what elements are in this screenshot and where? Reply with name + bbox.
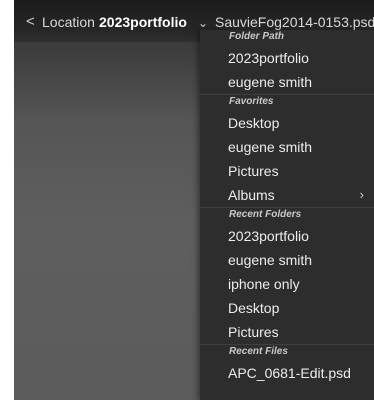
section-header-favorites: Favorites (200, 94, 374, 111)
section-header-recent-folders: Recent Folders (200, 207, 374, 224)
current-filename: SauvieFog2014-0153.psd (215, 14, 374, 30)
menu-item-favorite[interactable]: Pictures (200, 159, 374, 183)
menu-item-folder-path[interactable]: eugene smith (200, 70, 374, 94)
chevron-left-icon[interactable]: < (26, 13, 35, 31)
location-dropdown-menu: Folder Path 2023portfolio eugene smith F… (200, 30, 374, 400)
menu-item-recent-folder[interactable]: 2023portfolio (200, 224, 374, 248)
menu-item-recent-folder[interactable]: eugene smith (200, 248, 374, 272)
menu-item-albums[interactable]: Albums › (200, 183, 374, 207)
chevron-right-icon: › (359, 187, 364, 202)
menu-item-recent-folder[interactable]: Pictures (200, 320, 374, 344)
menu-item-recent-folder[interactable]: iphone only (200, 272, 374, 296)
current-folder-name[interactable]: 2023portfolio (99, 13, 187, 31)
menu-item-label: Albums (228, 187, 275, 203)
menu-item-recent-folder[interactable]: Desktop (200, 296, 374, 320)
menu-item-recent-file[interactable]: APC_0681-Edit.psd (200, 361, 374, 385)
section-header-folder-path: Folder Path (229, 31, 285, 42)
menu-item-favorite[interactable]: Desktop (200, 111, 374, 135)
location-label: Location (42, 14, 95, 30)
menu-item-folder-path[interactable]: 2023portfolio (200, 46, 374, 70)
menu-item-favorite[interactable]: eugene smith (200, 135, 374, 159)
section-header-recent-files: Recent Files (200, 344, 374, 361)
